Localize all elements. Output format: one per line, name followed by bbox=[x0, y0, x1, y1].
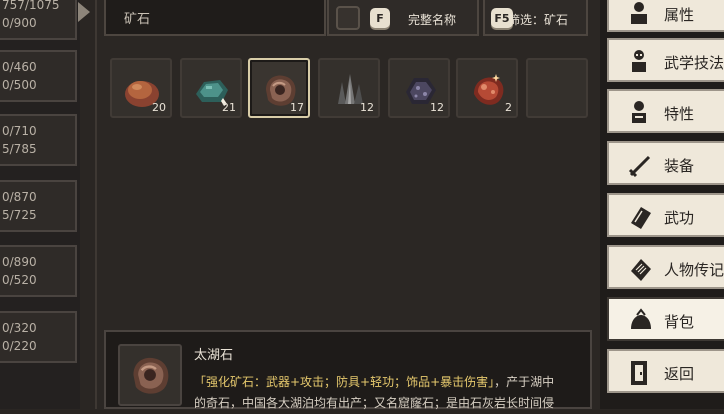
detail-desc-text: ，产于湖中 bbox=[494, 375, 555, 389]
search-text: 矿石 bbox=[124, 11, 151, 27]
inventory-slot-selected[interactable]: 17 bbox=[248, 58, 310, 118]
item-count: 12 bbox=[360, 101, 374, 114]
inventory-slot[interactable]: 2 bbox=[456, 58, 518, 118]
detail-effect-text: 「强化矿石：武器+攻击；防具+轻功；饰品+暴击伤害」 bbox=[194, 375, 495, 389]
status-line-2: 5/725 bbox=[2, 208, 37, 222]
sidebar-item-label: 装备 bbox=[664, 157, 695, 175]
sword-icon bbox=[628, 155, 651, 178]
search-input[interactable]: 矿石 bbox=[104, 0, 326, 36]
sidebar-item-label: 武功 bbox=[664, 209, 695, 227]
status-line-2: 0/220 bbox=[2, 339, 37, 353]
taihu-stone-icon bbox=[133, 357, 169, 394]
scroll-icon bbox=[631, 259, 651, 281]
sidebar-item-label: 武学技法 bbox=[664, 54, 724, 72]
status-line-1: 757/1075 bbox=[2, 0, 60, 12]
status-line-1: 0/320 bbox=[2, 321, 37, 335]
item-count: 2 bbox=[505, 101, 512, 114]
door-icon bbox=[631, 361, 647, 385]
sidebar-item-attributes[interactable]: 属性 bbox=[607, 0, 724, 32]
status-line-1: 0/890 bbox=[2, 255, 37, 269]
status-card[interactable]: 757/1075 0/900 bbox=[0, 0, 77, 40]
key-f-icon: F bbox=[370, 8, 390, 28]
status-line-2: 0/900 bbox=[2, 16, 37, 30]
status-line-1: 0/870 bbox=[2, 190, 37, 204]
status-line-1: 0/710 bbox=[2, 124, 37, 138]
sidebar-item-martial-arts[interactable]: 武功 bbox=[607, 193, 724, 237]
sidebar-item-label: 属性 bbox=[664, 6, 695, 24]
sidebar-item-martial-techniques[interactable]: 武学技法 bbox=[607, 38, 724, 82]
red-ore-icon bbox=[474, 74, 504, 105]
status-card[interactable]: 0/870 5/725 bbox=[0, 180, 77, 232]
detail-item-name: 太湖石 bbox=[194, 348, 234, 363]
status-line-1: 0/460 bbox=[2, 60, 37, 74]
status-card[interactable]: 0/890 0/520 bbox=[0, 245, 77, 297]
inventory-slot[interactable]: 20 bbox=[110, 58, 172, 118]
book-icon bbox=[631, 207, 651, 229]
person-icon bbox=[631, 2, 647, 24]
detail-item-icon-frame bbox=[118, 344, 182, 406]
sidebar-item-label: 特性 bbox=[664, 105, 695, 123]
status-card[interactable]: 0/710 5/785 bbox=[0, 114, 77, 166]
left-status-column: 757/1075 0/900 0/460 0/500 0/710 5/785 0… bbox=[0, 0, 80, 409]
status-line-2: 0/520 bbox=[2, 273, 37, 287]
item-count: 17 bbox=[290, 101, 304, 114]
item-count: 21 bbox=[222, 101, 236, 114]
inventory-slot-empty[interactable] bbox=[526, 58, 588, 118]
detail-item-description: 「强化矿石：武器+攻击；防具+轻功；饰品+暴击伤害」，产于湖中 的奇石，中国各大… bbox=[194, 372, 584, 414]
sidebar-item-label: 返回 bbox=[664, 365, 695, 383]
full-name-label: 完整名称 bbox=[408, 13, 457, 27]
sidebar-item-traits[interactable]: 特性 bbox=[607, 89, 724, 133]
inventory-slot[interactable]: 12 bbox=[388, 58, 450, 118]
status-line-2: 5/785 bbox=[2, 142, 37, 156]
inventory-slot[interactable]: 21 bbox=[180, 58, 242, 118]
filter-label: 筛选：矿石 bbox=[508, 13, 569, 27]
collapse-arrow-icon[interactable] bbox=[78, 2, 90, 22]
trait-figure-icon bbox=[632, 101, 646, 123]
sidebar-item-label: 人物传记 bbox=[664, 261, 724, 279]
status-card[interactable]: 0/320 0/220 bbox=[0, 311, 77, 363]
sidebar-item-return[interactable]: 返回 bbox=[607, 349, 724, 393]
status-card[interactable]: 0/460 0/500 bbox=[0, 50, 77, 102]
bag-icon bbox=[631, 308, 651, 329]
item-count: 12 bbox=[430, 101, 444, 114]
full-name-checkbox[interactable] bbox=[336, 6, 360, 30]
sidebar-item-equipment[interactable]: 装备 bbox=[607, 141, 724, 185]
sidebar-item-label: 背包 bbox=[664, 313, 695, 331]
item-count: 20 bbox=[152, 101, 166, 114]
inventory-slot[interactable]: 12 bbox=[318, 58, 380, 118]
detail-desc-text: 的奇石，中国各大湖泊均有出产；又名窟窿石；是由石灰岩长时间侵 bbox=[194, 396, 555, 410]
sidebar-item-biography[interactable]: 人物传记 bbox=[607, 245, 724, 289]
sidebar-item-backpack[interactable]: 背包 bbox=[607, 297, 724, 341]
status-line-2: 0/500 bbox=[2, 78, 37, 92]
skill-figure-icon bbox=[632, 50, 646, 72]
